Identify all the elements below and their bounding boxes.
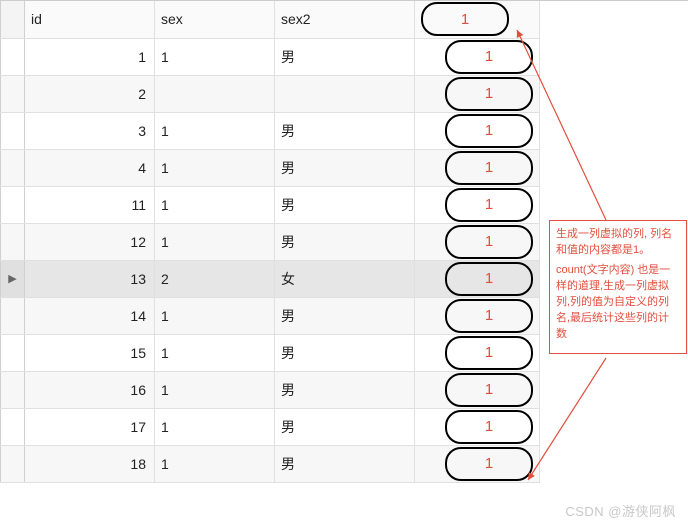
watermark: CSDN @游侠阿枫	[565, 501, 676, 520]
one-pill: 1	[445, 188, 533, 222]
row-gutter	[1, 186, 25, 223]
cell-one[interactable]: 1	[415, 38, 540, 75]
one-pill: 1	[445, 336, 533, 370]
cell-sex2[interactable]: 男	[275, 445, 415, 482]
cell-sex[interactable]: 2	[155, 260, 275, 297]
cell-sex[interactable]: 1	[155, 371, 275, 408]
row-gutter	[1, 371, 25, 408]
row-gutter	[1, 38, 25, 75]
row-gutter	[1, 75, 25, 112]
cell-one[interactable]: 1	[415, 445, 540, 482]
result-table: id sex sex2 1 11男12131男141男1111男1121男1▶1…	[0, 1, 540, 483]
annotation-p2: count(文字内容) 也是一样的道理,生成一列虚拟列,列的值为自定义的列名,最…	[556, 263, 680, 343]
cell-id[interactable]: 13	[25, 260, 155, 297]
one-pill: 1	[445, 77, 533, 111]
cell-id[interactable]: 12	[25, 223, 155, 260]
table-row[interactable]: 171男1	[1, 408, 540, 445]
cell-sex[interactable]: 1	[155, 408, 275, 445]
col-id-header[interactable]: id	[25, 1, 155, 38]
one-pill: 1	[445, 299, 533, 333]
cell-one[interactable]: 1	[415, 75, 540, 112]
cell-id[interactable]: 3	[25, 112, 155, 149]
table-row[interactable]: 181男1	[1, 445, 540, 482]
table-row[interactable]: 151男1	[1, 334, 540, 371]
one-pill: 1	[445, 114, 533, 148]
table-row[interactable]: 11男1	[1, 38, 540, 75]
cell-sex[interactable]	[155, 75, 275, 112]
table-row[interactable]: 21	[1, 75, 540, 112]
cell-sex2[interactable]: 男	[275, 371, 415, 408]
cell-one[interactable]: 1	[415, 186, 540, 223]
cell-one[interactable]: 1	[415, 112, 540, 149]
cell-id[interactable]: 2	[25, 75, 155, 112]
cell-sex2[interactable]: 男	[275, 149, 415, 186]
col-sex2-header[interactable]: sex2	[275, 1, 415, 38]
one-pill: 1	[445, 262, 533, 296]
cell-sex2[interactable]: 男	[275, 112, 415, 149]
one-pill: 1	[445, 373, 533, 407]
cell-sex[interactable]: 1	[155, 223, 275, 260]
cell-one[interactable]: 1	[415, 260, 540, 297]
table-row[interactable]: ▶132女1	[1, 260, 540, 297]
table-row[interactable]: 31男1	[1, 112, 540, 149]
row-gutter	[1, 149, 25, 186]
cell-one[interactable]: 1	[415, 297, 540, 334]
cell-sex[interactable]: 1	[155, 297, 275, 334]
cell-sex2[interactable]: 男	[275, 223, 415, 260]
cell-sex2[interactable]: 男	[275, 297, 415, 334]
cell-sex2[interactable]: 女	[275, 260, 415, 297]
table-row[interactable]: 161男1	[1, 371, 540, 408]
row-gutter: ▶	[1, 260, 25, 297]
cell-sex2[interactable]: 男	[275, 408, 415, 445]
row-gutter	[1, 408, 25, 445]
cell-one[interactable]: 1	[415, 223, 540, 260]
one-pill: 1	[445, 40, 533, 74]
cell-one[interactable]: 1	[415, 149, 540, 186]
cell-id[interactable]: 1	[25, 38, 155, 75]
table-row[interactable]: 141男1	[1, 297, 540, 334]
cell-one[interactable]: 1	[415, 408, 540, 445]
cell-sex[interactable]: 1	[155, 186, 275, 223]
cell-sex2[interactable]	[275, 75, 415, 112]
cell-id[interactable]: 11	[25, 186, 155, 223]
row-gutter	[1, 445, 25, 482]
one-pill: 1	[445, 447, 533, 481]
cell-sex2[interactable]: 男	[275, 334, 415, 371]
cell-one[interactable]: 1	[415, 334, 540, 371]
cell-sex[interactable]: 1	[155, 112, 275, 149]
col-one-header[interactable]: 1	[415, 1, 540, 38]
one-pill-header: 1	[421, 2, 509, 36]
cell-id[interactable]: 4	[25, 149, 155, 186]
annotation-box: 生成一列虚拟的列, 列名和值的内容都是1。 count(文字内容) 也是一样的道…	[549, 220, 687, 354]
table-row[interactable]: 41男1	[1, 149, 540, 186]
cell-sex[interactable]: 1	[155, 445, 275, 482]
one-pill: 1	[445, 410, 533, 444]
annotation-p1: 生成一列虚拟的列, 列名和值的内容都是1。	[556, 227, 680, 259]
table-row[interactable]: 121男1	[1, 223, 540, 260]
cell-sex2[interactable]: 男	[275, 38, 415, 75]
cell-id[interactable]: 15	[25, 334, 155, 371]
row-gutter	[1, 223, 25, 260]
cell-one[interactable]: 1	[415, 371, 540, 408]
table-row[interactable]: 111男1	[1, 186, 540, 223]
cell-id[interactable]: 18	[25, 445, 155, 482]
cell-sex[interactable]: 1	[155, 334, 275, 371]
row-gutter	[1, 297, 25, 334]
cell-id[interactable]: 16	[25, 371, 155, 408]
one-pill: 1	[445, 151, 533, 185]
cell-sex2[interactable]: 男	[275, 186, 415, 223]
gutter-header	[1, 1, 25, 38]
cell-id[interactable]: 17	[25, 408, 155, 445]
col-sex-header[interactable]: sex	[155, 1, 275, 38]
cell-id[interactable]: 14	[25, 297, 155, 334]
cell-sex[interactable]: 1	[155, 38, 275, 75]
one-pill: 1	[445, 225, 533, 259]
row-gutter	[1, 334, 25, 371]
table-header-row: id sex sex2 1	[1, 1, 540, 38]
cell-sex[interactable]: 1	[155, 149, 275, 186]
row-gutter	[1, 112, 25, 149]
